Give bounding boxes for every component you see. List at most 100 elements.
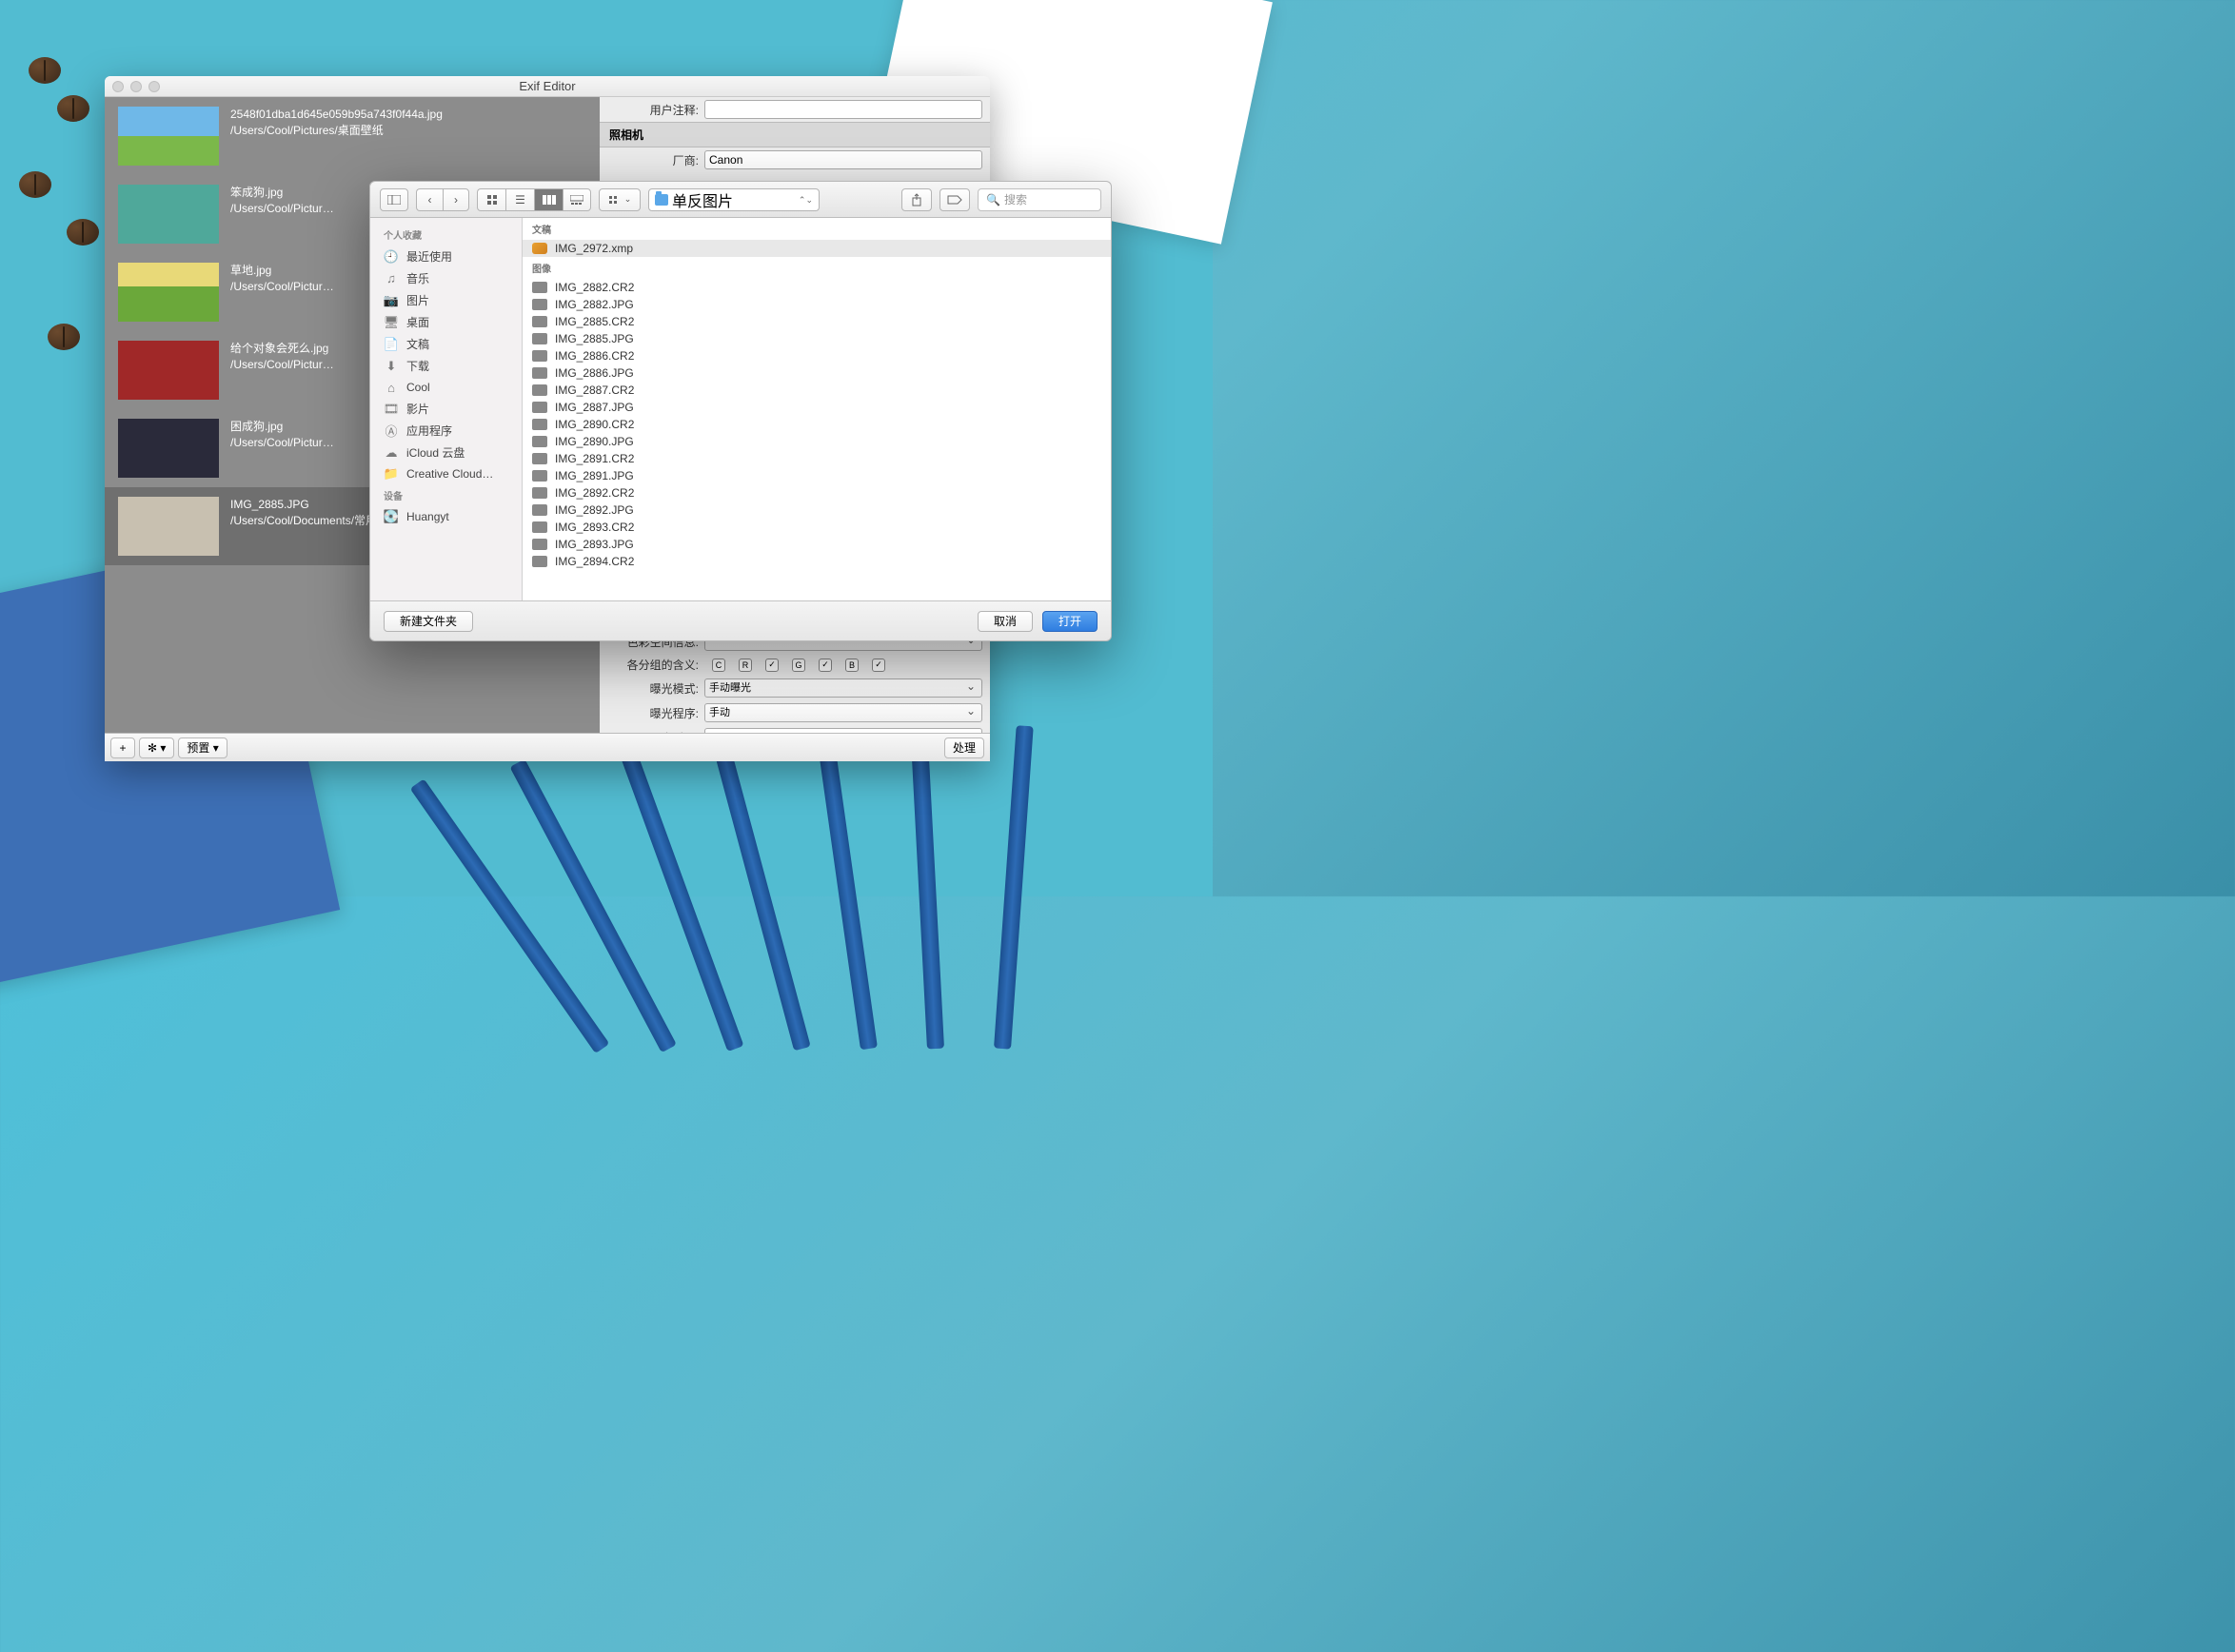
file-name: IMG_2892.CR2 [555, 486, 634, 500]
file-icon [532, 470, 547, 482]
disk-icon: 💽 [384, 509, 399, 524]
sidebar-item[interactable]: 📁Creative Cloud… [370, 463, 522, 484]
icon-view-button[interactable] [477, 188, 505, 211]
home-icon: ⌂ [384, 380, 399, 395]
coffee-bean-decor [19, 171, 51, 198]
gear-button[interactable]: ✻ ▾ [139, 738, 174, 758]
add-button[interactable]: + [110, 738, 135, 758]
search-input[interactable]: 🔍 搜索 [978, 188, 1101, 211]
list-item[interactable]: IMG_2887.JPG [523, 399, 1111, 416]
new-folder-button[interactable]: 新建文件夹 [384, 611, 473, 632]
forward-button[interactable]: › [443, 188, 469, 211]
list-item[interactable]: IMG_2882.CR2 [523, 279, 1111, 296]
file-icon [532, 419, 547, 430]
list-item[interactable]: IMG_2893.JPG [523, 536, 1111, 553]
list-item[interactable]: IMG_2972.xmp [523, 240, 1111, 257]
sidebar-item-label: 桌面 [406, 314, 429, 330]
sidebar-item[interactable]: Ⓐ应用程序 [370, 420, 522, 442]
user-comment-input[interactable] [704, 100, 982, 119]
sidebar-item[interactable]: ♫ 音乐 [370, 267, 522, 289]
folder-icon: 📁 [384, 466, 399, 482]
back-button[interactable]: ‹ [416, 188, 443, 211]
favorites-header: 个人收藏 [370, 224, 522, 246]
coffee-bean-decor [29, 57, 61, 84]
file-icon [532, 384, 547, 396]
list-view-button[interactable]: ☰ [505, 188, 534, 211]
path-dropdown[interactable]: 单反图片 [648, 188, 820, 211]
preset-button[interactable]: 预置 ▾ [178, 738, 227, 758]
list-item[interactable]: IMG_2893.CR2 [523, 519, 1111, 536]
file-icon [532, 333, 547, 344]
sidebar-item[interactable]: ⌂Cool [370, 377, 522, 398]
sidebar-toggle-button[interactable] [380, 188, 408, 211]
checkbox-check3[interactable]: ✓ [872, 659, 885, 672]
list-item[interactable]: IMG_2890.JPG [523, 433, 1111, 450]
sidebar-item-label: 音乐 [406, 270, 429, 286]
checkbox-b[interactable]: B [845, 659, 859, 672]
cloud-icon: ☁ [384, 445, 399, 461]
list-item[interactable]: IMG_2886.CR2 [523, 347, 1111, 364]
images-group-header: 图像 [523, 257, 1111, 279]
file-icon [532, 453, 547, 464]
checkbox-check2[interactable]: ✓ [819, 659, 832, 672]
list-item[interactable]: IMG_2882.JPG [523, 296, 1111, 313]
vendor-input[interactable] [704, 150, 982, 169]
camera-section-header: 照相机 [600, 122, 990, 148]
coffee-bean-decor [48, 324, 80, 350]
sidebar-item[interactable]: 🎞影片 [370, 398, 522, 420]
music-icon: ♫ [384, 271, 399, 286]
list-item[interactable]: IMG_2894.CR2 [523, 553, 1111, 570]
sidebar-item-label: Huangyt [406, 510, 449, 523]
sidebar-item[interactable]: 📷图片 [370, 289, 522, 311]
thumbnail [118, 497, 219, 556]
list-item[interactable]: IMG_2891.JPG [523, 467, 1111, 484]
window-title: Exif Editor [105, 79, 990, 93]
exposure-program-select[interactable]: 手动 [704, 703, 982, 722]
search-placeholder: 搜索 [1004, 191, 1027, 207]
column-view-button[interactable] [534, 188, 563, 211]
sidebar-item[interactable]: 🖥 桌面 [370, 311, 522, 333]
open-button[interactable]: 打开 [1042, 611, 1098, 632]
sidebar-item[interactable]: 📄文稿 [370, 333, 522, 355]
checkbox-r[interactable]: R [739, 659, 752, 672]
file-name: IMG_2891.JPG [555, 469, 634, 482]
exif-titlebar[interactable]: Exif Editor [105, 76, 990, 97]
process-button[interactable]: 处理 [944, 738, 984, 758]
sidebar-item[interactable]: 💽 Huangyt [370, 506, 522, 527]
file-icon [532, 367, 547, 379]
exposure-program-label: 曝光程序: [607, 705, 699, 721]
checkbox-g[interactable]: G [792, 659, 805, 672]
desktop-icon: 🖥 [384, 315, 399, 330]
sidebar-item-label: 文稿 [406, 336, 429, 352]
file-name: IMG_2887.CR2 [555, 384, 634, 397]
exposure-mode-select[interactable]: 手动曝光 [704, 678, 982, 698]
gallery-view-button[interactable] [563, 188, 591, 211]
file-row[interactable]: 2548f01dba1d645e059b95a743f0f44a.jpg /Us… [105, 97, 600, 175]
file-name: IMG_2890.JPG [555, 435, 634, 448]
checkbox-check[interactable]: ✓ [765, 659, 779, 672]
list-item[interactable]: IMG_2885.CR2 [523, 313, 1111, 330]
sidebar-item[interactable]: ☁ iCloud 云盘 [370, 442, 522, 463]
finder-file-list[interactable]: 文稿 IMG_2972.xmp 图像 IMG_2882.CR2IMG_2882.… [523, 218, 1111, 600]
list-item[interactable]: IMG_2886.JPG [523, 364, 1111, 382]
search-icon: 🔍 [986, 193, 1000, 206]
list-item[interactable]: IMG_2885.JPG [523, 330, 1111, 347]
checkbox-c[interactable]: C [712, 659, 725, 672]
file-name: IMG_2887.JPG [555, 401, 634, 414]
cancel-button[interactable]: 取消 [978, 611, 1033, 632]
share-button[interactable] [901, 188, 932, 211]
desk-pencils-decor [594, 725, 1118, 1011]
file-icon [532, 487, 547, 499]
sidebar-item-label: iCloud 云盘 [406, 444, 465, 461]
sidebar-item[interactable]: 🕘最近使用 [370, 246, 522, 267]
list-item[interactable]: IMG_2892.CR2 [523, 484, 1111, 502]
tags-button[interactable] [939, 188, 970, 211]
list-item[interactable]: IMG_2891.CR2 [523, 450, 1111, 467]
list-item[interactable]: IMG_2887.CR2 [523, 382, 1111, 399]
sidebar-item[interactable]: ⬇下载 [370, 355, 522, 377]
file-icon [532, 556, 547, 567]
list-item[interactable]: IMG_2892.JPG [523, 502, 1111, 519]
group-by-button[interactable]: ⌄ [599, 188, 641, 211]
thumbnail [118, 107, 219, 166]
list-item[interactable]: IMG_2890.CR2 [523, 416, 1111, 433]
